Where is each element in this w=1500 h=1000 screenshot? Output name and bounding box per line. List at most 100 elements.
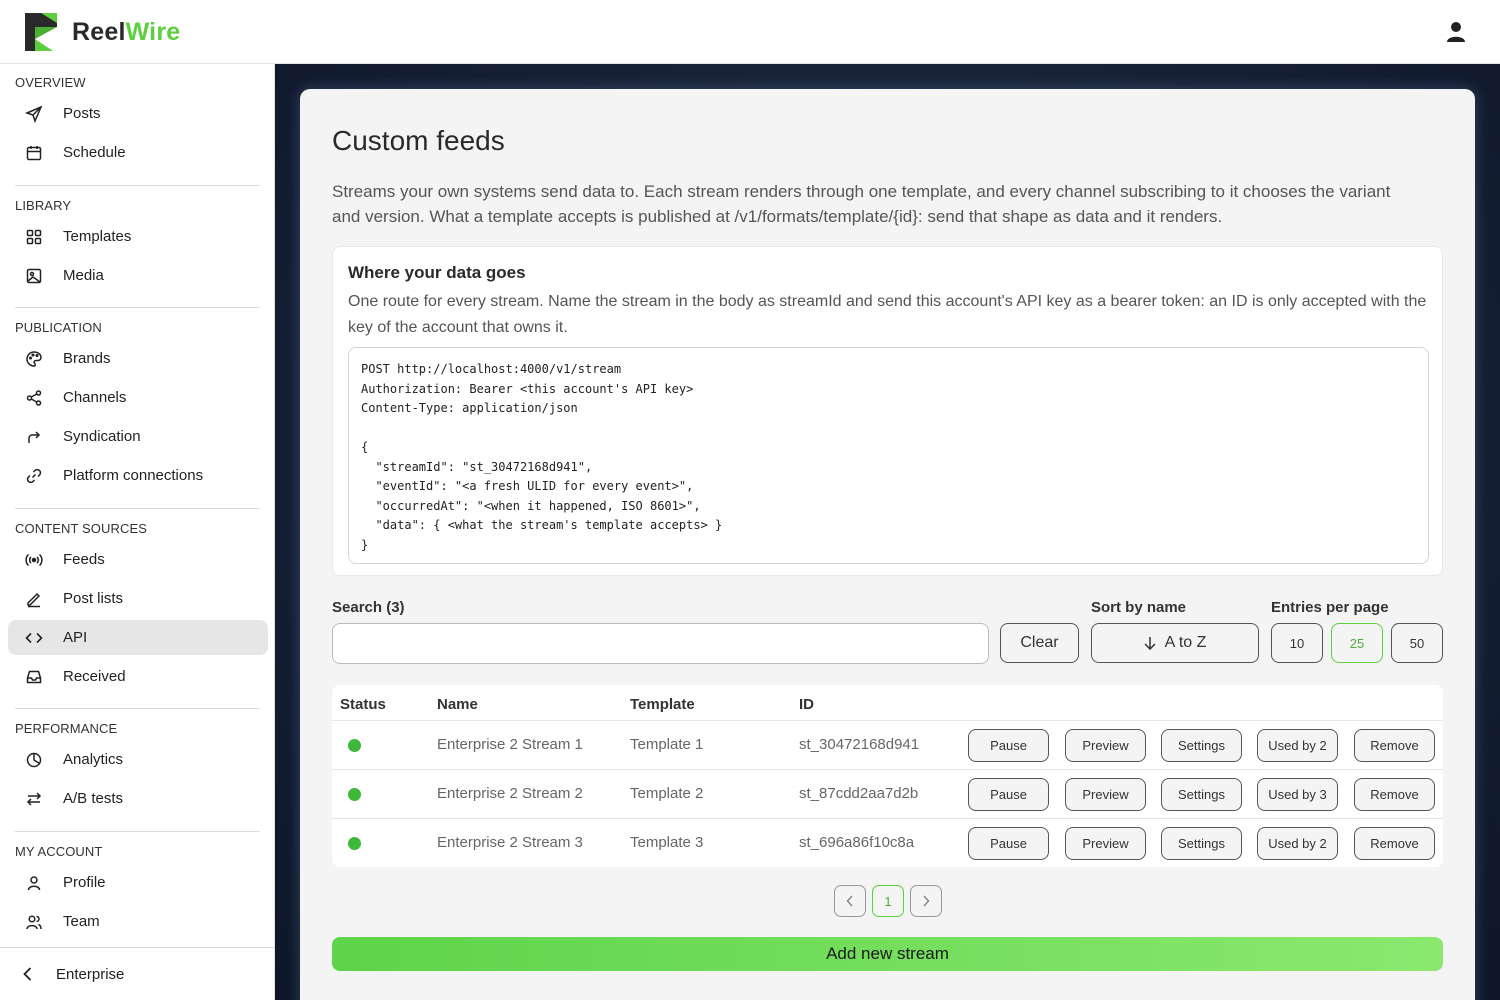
content-card: Custom feeds Streams your own systems se… bbox=[300, 89, 1475, 1000]
sidebar-item-label: Posts bbox=[63, 105, 101, 122]
status-indicator bbox=[348, 788, 361, 801]
sidebar-item-media[interactable]: Media bbox=[8, 258, 268, 293]
sidebar-divider bbox=[15, 307, 260, 308]
entries-option-50[interactable]: 50 bbox=[1391, 623, 1443, 663]
arrow-down-icon bbox=[1144, 637, 1156, 650]
entries-option-10[interactable]: 10 bbox=[1271, 623, 1323, 663]
sidebar-divider bbox=[15, 708, 260, 709]
swap-arrows-icon bbox=[26, 792, 42, 806]
search-input[interactable] bbox=[332, 623, 989, 664]
page-number-button[interactable]: 1 bbox=[872, 885, 904, 917]
info-title: Where your data goes bbox=[348, 263, 526, 282]
sidebar-item-post-lists[interactable]: Post lists bbox=[8, 581, 268, 616]
sidebar-item-channels[interactable]: Channels bbox=[8, 380, 268, 415]
broadcast-icon bbox=[25, 553, 43, 567]
sidebar-item-posts[interactable]: Posts bbox=[8, 96, 268, 131]
sidebar-item-profile[interactable]: Profile bbox=[8, 865, 268, 900]
pause-button[interactable]: Pause bbox=[968, 827, 1049, 860]
sidebar: OVERVIEW Posts Schedule LIBRARY Template… bbox=[0, 64, 275, 1000]
code-icon bbox=[25, 632, 43, 644]
entries-option-25[interactable]: 25 bbox=[1331, 623, 1383, 663]
stream-id: st_87cdd2aa7d2b bbox=[799, 785, 919, 802]
sidebar-item-syndication[interactable]: Syndication bbox=[8, 419, 268, 454]
used-by-button[interactable]: Used by 3 bbox=[1257, 778, 1338, 811]
code-sample-text: POST http://localhost:4000/v1/stream Aut… bbox=[361, 362, 723, 552]
table-row: Enterprise 2 Stream 3 Template 3 st_696a… bbox=[332, 818, 1443, 867]
sidebar-item-label: API bbox=[63, 629, 88, 646]
chevron-left-icon bbox=[846, 895, 853, 907]
endpoint-info-box: Where your data goes One route for every… bbox=[332, 246, 1443, 576]
send-icon bbox=[25, 105, 43, 123]
remove-button[interactable]: Remove bbox=[1354, 827, 1435, 860]
top-bar: ReelWire bbox=[0, 0, 1500, 64]
sidebar-divider bbox=[15, 508, 260, 509]
sidebar-divider bbox=[15, 185, 260, 186]
stream-name: Enterprise 2 Stream 3 bbox=[437, 834, 583, 851]
sidebar-item-templates[interactable]: Templates bbox=[8, 219, 268, 254]
sidebar-item-label: Schedule bbox=[63, 144, 126, 161]
sidebar-item-team[interactable]: Team bbox=[8, 904, 268, 939]
main-area: Custom feeds Streams your own systems se… bbox=[275, 64, 1500, 1000]
used-by-button[interactable]: Used by 2 bbox=[1257, 729, 1338, 762]
sidebar-item-schedule[interactable]: Schedule bbox=[8, 135, 268, 170]
stream-name: Enterprise 2 Stream 1 bbox=[437, 736, 583, 753]
image-icon bbox=[26, 268, 42, 284]
sort-button[interactable]: A to Z bbox=[1091, 623, 1259, 663]
stream-name: Enterprise 2 Stream 2 bbox=[437, 785, 583, 802]
preview-button[interactable]: Preview bbox=[1065, 729, 1146, 762]
pause-button[interactable]: Pause bbox=[968, 778, 1049, 811]
sidebar-item-feeds[interactable]: Feeds bbox=[8, 542, 268, 577]
sidebar-item-api[interactable]: API bbox=[8, 620, 268, 655]
sidebar-item-label: Syndication bbox=[63, 428, 141, 445]
entries-label: Entries per page bbox=[1271, 599, 1389, 616]
sidebar-divider bbox=[15, 831, 260, 832]
sidebar-item-ab-tests[interactable]: A/B tests bbox=[8, 781, 268, 816]
table-row: Enterprise 2 Stream 2 Template 2 st_87cd… bbox=[332, 769, 1443, 818]
inbox-icon bbox=[26, 670, 42, 684]
clear-button[interactable]: Clear bbox=[1000, 623, 1079, 663]
previous-page-button[interactable] bbox=[834, 885, 866, 917]
remove-button[interactable]: Remove bbox=[1354, 729, 1435, 762]
sidebar-item-brands[interactable]: Brands bbox=[8, 341, 268, 376]
sidebar-item-received[interactable]: Received bbox=[8, 659, 268, 694]
add-new-stream-button[interactable]: Add new stream bbox=[332, 937, 1443, 971]
palette-icon bbox=[26, 351, 42, 367]
user-icon[interactable] bbox=[1445, 21, 1467, 43]
search-label: Search (3) bbox=[332, 599, 405, 616]
sidebar-item-platform-connections[interactable]: Platform connections bbox=[8, 458, 268, 493]
pause-button[interactable]: Pause bbox=[968, 729, 1049, 762]
remove-button[interactable]: Remove bbox=[1354, 778, 1435, 811]
grid-icon bbox=[26, 229, 42, 245]
sidebar-item-label: Platform connections bbox=[63, 467, 204, 484]
used-by-button[interactable]: Used by 2 bbox=[1257, 827, 1338, 860]
settings-button[interactable]: Settings bbox=[1161, 729, 1242, 762]
stream-template: Template 2 bbox=[630, 785, 704, 802]
page-title: Custom feeds bbox=[332, 125, 505, 156]
preview-button[interactable]: Preview bbox=[1065, 827, 1146, 860]
stream-template: Template 1 bbox=[630, 736, 704, 753]
column-header-template: Template bbox=[630, 696, 695, 713]
sidebar-item-label: Media bbox=[63, 267, 104, 284]
section-title-overview: OVERVIEW bbox=[15, 75, 86, 90]
info-description: One route for every stream. Name the str… bbox=[348, 293, 1427, 336]
sidebar-item-analytics[interactable]: Analytics bbox=[8, 742, 268, 777]
sidebar-item-label: Profile bbox=[63, 874, 106, 891]
settings-button[interactable]: Settings bbox=[1161, 827, 1242, 860]
page-description: Streams your own systems send data to. E… bbox=[332, 182, 1391, 226]
link-icon bbox=[26, 468, 42, 484]
column-header-id: ID bbox=[799, 696, 814, 713]
preview-button[interactable]: Preview bbox=[1065, 778, 1146, 811]
next-page-button[interactable] bbox=[910, 885, 942, 917]
sidebar-item-label: Templates bbox=[63, 228, 132, 245]
status-indicator bbox=[348, 739, 361, 752]
table-row: Enterprise 2 Stream 1 Template 1 st_3047… bbox=[332, 720, 1443, 769]
user-icon bbox=[27, 876, 41, 891]
forward-arrow-icon bbox=[28, 431, 41, 443]
account-switcher[interactable]: Enterprise bbox=[0, 947, 275, 1000]
sidebar-item-label: Feeds bbox=[63, 551, 105, 568]
sidebar-item-label: Brands bbox=[63, 350, 111, 367]
stream-template: Template 3 bbox=[630, 834, 704, 851]
share-icon bbox=[26, 390, 42, 406]
sidebar-item-label: Post lists bbox=[63, 590, 124, 607]
settings-button[interactable]: Settings bbox=[1161, 778, 1242, 811]
